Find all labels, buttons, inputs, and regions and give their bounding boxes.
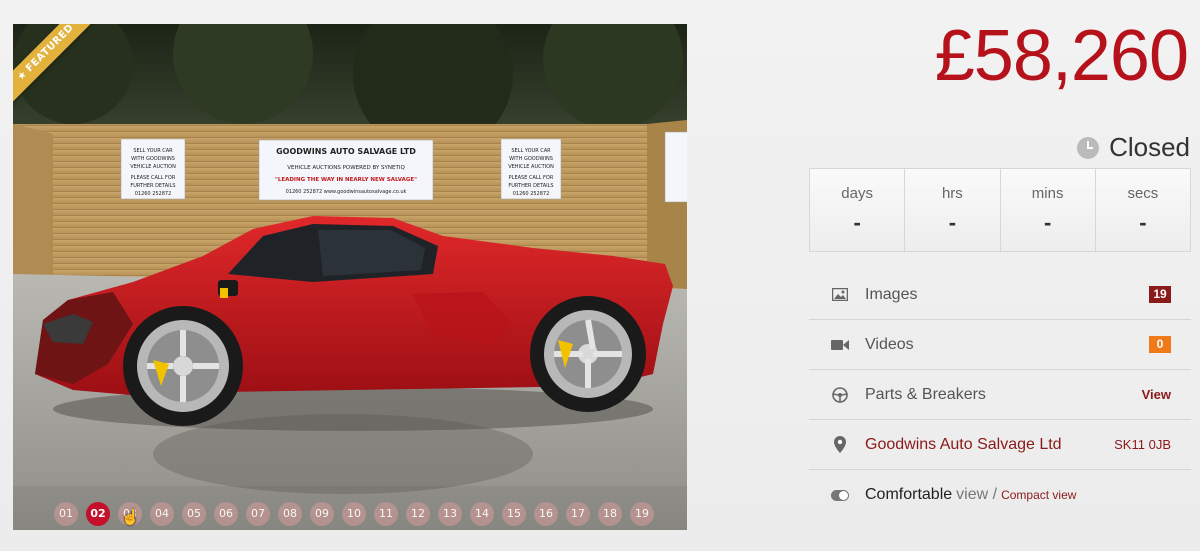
sign-line: "LEADING THE WAY IN NEARLY NEW SALVAGE" bbox=[275, 177, 417, 183]
thumbnail-06[interactable]: 06 bbox=[214, 502, 238, 526]
auction-status: Closed bbox=[1077, 132, 1190, 163]
svg-text:WITH GOODWINS: WITH GOODWINS bbox=[131, 156, 175, 162]
vehicle-info-list: Images 19 Videos 0 Parts & Breakers View… bbox=[809, 270, 1191, 520]
parts-breakers-label: Parts & Breakers bbox=[865, 385, 986, 403]
countdown-value: - bbox=[1139, 210, 1147, 235]
svg-text:WITH GOODWINS: WITH GOODWINS bbox=[509, 156, 553, 162]
thumbnail-13[interactable]: 13 bbox=[438, 502, 462, 526]
toggle-icon[interactable] bbox=[831, 486, 849, 504]
svg-text:FURTHER DETAILS: FURTHER DETAILS bbox=[508, 183, 553, 189]
svg-text:PLEASE CALL FOR: PLEASE CALL FOR bbox=[509, 175, 554, 181]
images-label: Images bbox=[865, 285, 918, 303]
thumbnail-17[interactable]: 17 bbox=[566, 502, 590, 526]
thumbnail-01[interactable]: 01 bbox=[54, 502, 78, 526]
thumbnail-16[interactable]: 16 bbox=[534, 502, 558, 526]
view-separator: view / bbox=[956, 486, 998, 503]
countdown-timer: days - hrs - mins - secs - bbox=[809, 168, 1191, 252]
seller-row: Goodwins Auto Salvage Ltd SK11 0JB bbox=[809, 420, 1191, 470]
clock-icon bbox=[1077, 136, 1100, 159]
images-row[interactable]: Images 19 bbox=[809, 270, 1191, 320]
parts-breakers-row: Parts & Breakers View bbox=[809, 370, 1191, 420]
svg-text:SELL YOUR CAR: SELL YOUR CAR bbox=[133, 148, 173, 154]
current-view-mode: Comfortable bbox=[865, 486, 953, 503]
countdown-value: - bbox=[948, 210, 957, 235]
video-camera-icon bbox=[831, 336, 849, 354]
countdown-label: secs bbox=[1127, 185, 1159, 202]
videos-count-badge: 0 bbox=[1149, 336, 1171, 353]
thumbnail-14[interactable]: 14 bbox=[470, 502, 494, 526]
compact-view-link[interactable]: Compact view bbox=[1001, 488, 1076, 502]
images-count-badge: 19 bbox=[1149, 286, 1171, 303]
countdown-value: - bbox=[1043, 210, 1052, 235]
thumbnail-02[interactable]: 02 bbox=[86, 502, 110, 526]
thumbnail-08[interactable]: 08 bbox=[278, 502, 302, 526]
countdown-minutes: mins - bbox=[1000, 169, 1096, 251]
status-label: Closed bbox=[1109, 132, 1190, 162]
image-icon bbox=[831, 286, 849, 304]
sign-title: GOODWINS AUTO SALVAGE LTD bbox=[276, 147, 416, 156]
countdown-label: mins bbox=[1031, 185, 1064, 202]
videos-label: Videos bbox=[865, 335, 914, 353]
videos-row[interactable]: Videos 0 bbox=[809, 320, 1191, 370]
countdown-hours: hrs - bbox=[905, 169, 1001, 251]
svg-text:PLEASE CALL FOR: PLEASE CALL FOR bbox=[131, 175, 176, 181]
thumbnail-19[interactable]: 19 bbox=[630, 502, 654, 526]
svg-text:VEHICLE AUCTION: VEHICLE AUCTION bbox=[508, 164, 554, 170]
parts-view-link[interactable]: View bbox=[1142, 387, 1171, 402]
auction-price: £58,260 bbox=[934, 16, 1189, 96]
view-mode-text: Comfortable view / Compact view bbox=[865, 486, 1076, 504]
thumbnail-10[interactable]: 10 bbox=[342, 502, 366, 526]
countdown-value: - bbox=[853, 210, 861, 235]
countdown-label: hrs bbox=[941, 185, 963, 202]
thumbnail-12[interactable]: 12 bbox=[406, 502, 430, 526]
thumbnail-05[interactable]: 05 bbox=[182, 502, 206, 526]
countdown-seconds: secs - bbox=[1095, 169, 1190, 251]
thumbnail-11[interactable]: 11 bbox=[374, 502, 398, 526]
sign-line: VEHICLE AUCTIONS POWERED BY SYNETIQ bbox=[287, 165, 405, 171]
thumbnail-03[interactable]: 03 bbox=[118, 502, 142, 526]
svg-text:01260 252872: 01260 252872 bbox=[513, 191, 550, 197]
thumbnail-15[interactable]: 15 bbox=[502, 502, 526, 526]
thumbnail-09[interactable]: 09 bbox=[310, 502, 334, 526]
sign-line: 01260 252872 www.goodwinsautosalvage.co.… bbox=[286, 189, 407, 195]
vehicle-image-gallery[interactable]: GOODWINS AUTO SALVAGE LTD VEHICLE AUCTIO… bbox=[13, 24, 687, 530]
svg-text:VEHICLE AUCTION: VEHICLE AUCTION bbox=[130, 164, 176, 170]
thumbnail-18[interactable]: 18 bbox=[598, 502, 622, 526]
countdown-label: days bbox=[841, 185, 873, 202]
svg-text:01260 252872: 01260 252872 bbox=[135, 191, 172, 197]
image-pagination: 01 02 03 04 05 06 07 08 09 10 11 12 13 14 15 16 17 18 19 bbox=[54, 502, 654, 526]
location-pin-icon bbox=[831, 436, 849, 454]
seller-postcode: SK11 0JB bbox=[1114, 437, 1171, 452]
svg-text:FURTHER DETAILS: FURTHER DETAILS bbox=[130, 183, 175, 189]
vehicle-photo: GOODWINS AUTO SALVAGE LTD VEHICLE AUCTIO… bbox=[13, 24, 687, 530]
svg-text:SELL YOUR CAR: SELL YOUR CAR bbox=[511, 148, 551, 154]
countdown-days: days - bbox=[810, 169, 906, 251]
seller-name-link[interactable]: Goodwins Auto Salvage Ltd bbox=[865, 436, 1114, 454]
thumbnail-04[interactable]: 04 bbox=[150, 502, 174, 526]
view-mode-row: Comfortable view / Compact view bbox=[809, 470, 1191, 520]
thumbnail-07[interactable]: 07 bbox=[246, 502, 270, 526]
steering-wheel-icon bbox=[831, 386, 849, 404]
